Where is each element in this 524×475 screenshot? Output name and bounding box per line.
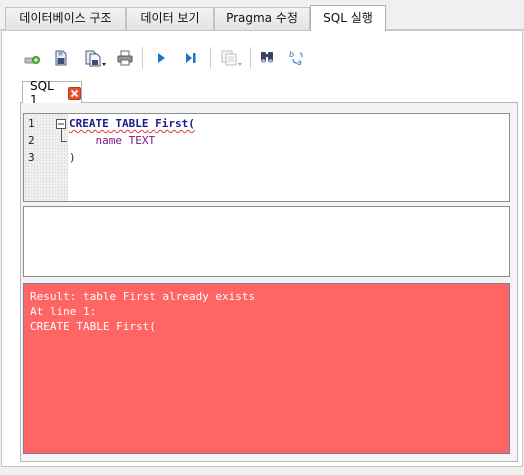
open-tab-button[interactable]: [21, 47, 43, 69]
toolbar-separator: [250, 47, 251, 69]
code-line-3: ): [69, 149, 76, 166]
execute-current-line-button[interactable]: [180, 47, 202, 69]
save-results-button[interactable]: [218, 47, 244, 69]
toolbar-separator: [210, 47, 211, 69]
message-line: CREATE TABLE First(: [30, 320, 156, 333]
tab-database-structure[interactable]: 데이터베이스 구조: [5, 7, 126, 30]
execute-all-button[interactable]: [150, 47, 172, 69]
closing-paren: ): [69, 151, 76, 164]
save-results-icon: [221, 50, 242, 66]
tab-label: 데이터베이스 구조: [19, 11, 112, 25]
tab-label: 데이터 보기: [140, 11, 200, 25]
tab-label: SQL 실행: [323, 11, 373, 25]
close-tab-button[interactable]: [68, 86, 81, 100]
find-icon: [261, 52, 273, 63]
open-sql-file-button[interactable]: [50, 47, 72, 69]
line-number: 3: [28, 151, 35, 164]
fold-guide: [61, 129, 62, 141]
find-replace-button[interactable]: b a: [286, 47, 308, 69]
results-grid[interactable]: [23, 206, 510, 277]
new-tab-icon: [24, 56, 40, 64]
column-type: TEXT: [128, 134, 156, 147]
execute-all-icon: [158, 53, 165, 63]
table-name: First(: [155, 117, 195, 130]
message-line: Result: table First already exists: [30, 290, 256, 303]
print-icon: [117, 50, 133, 66]
tab-edit-pragmas[interactable]: Pragma 수정: [214, 7, 310, 30]
sql-editor-tab-bar: SQL 1: [20, 79, 518, 107]
keyword-table: TABLE: [115, 117, 149, 130]
print-button[interactable]: [114, 47, 136, 69]
line-number: 2: [28, 134, 35, 147]
code-line-1: CREATE TABLE First(: [69, 115, 195, 132]
fold-guide: [61, 141, 67, 142]
main-tab-bar: 데이터베이스 구조 데이터 보기 Pragma 수정 SQL 실행: [0, 0, 524, 31]
line-number: 1: [28, 117, 35, 130]
message-line: At line 1:: [30, 305, 97, 318]
save-sql-file-button[interactable]: [82, 47, 108, 69]
open-file-icon: [55, 50, 67, 66]
svg-text:b: b: [289, 50, 294, 59]
find-replace-icon: b a: [289, 50, 303, 67]
tab-execute-sql[interactable]: SQL 실행: [310, 5, 386, 31]
save-icon: [85, 50, 106, 67]
code-line-2: name TEXT: [69, 132, 156, 149]
fold-toggle[interactable]: [56, 119, 66, 129]
toolbar-separator: [142, 47, 143, 69]
svg-text:a: a: [297, 58, 302, 67]
editor-tab-sql-1[interactable]: SQL 1: [22, 79, 82, 107]
keyword-create: CREATE: [69, 117, 109, 130]
tab-label: Pragma 수정: [226, 11, 298, 25]
collapse-icon: [58, 123, 64, 125]
tab-browse-data[interactable]: 데이터 보기: [126, 7, 214, 30]
find-button[interactable]: [256, 47, 278, 69]
column-name: name: [95, 134, 123, 147]
error-message-box: Result: table First already exists At li…: [23, 283, 510, 454]
close-icon: [71, 89, 79, 97]
execute-line-icon: [186, 53, 196, 63]
sql-code-editor[interactable]: 1 2 3 CREATE TABLE First( name TEXT ): [23, 113, 510, 202]
